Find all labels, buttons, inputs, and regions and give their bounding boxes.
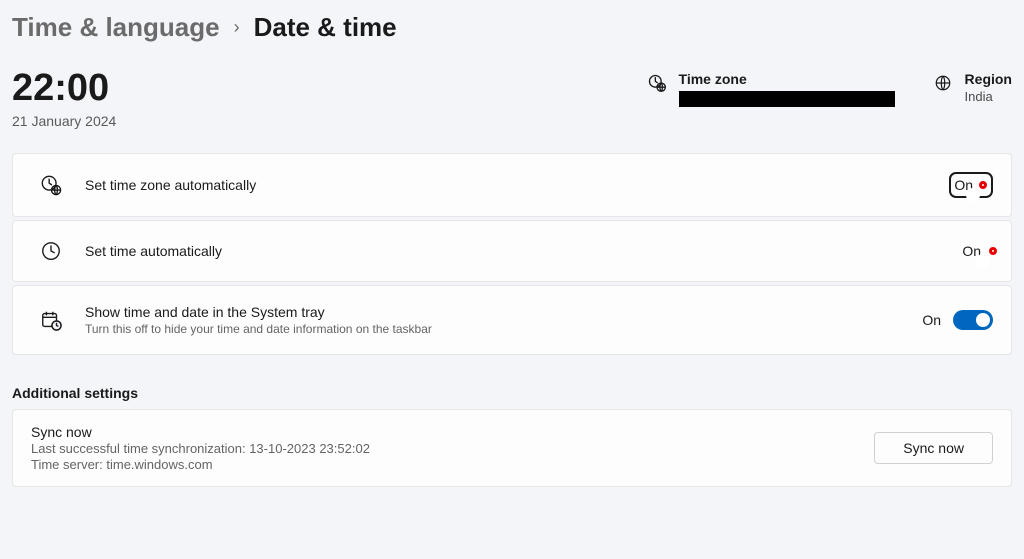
setting-title: Show time and date in the System tray <box>85 304 922 320</box>
globe-icon <box>933 73 953 93</box>
calendar-clock-icon <box>39 308 63 332</box>
highlight-annotation <box>989 247 997 255</box>
timezone-info[interactable]: Time zone <box>647 71 895 107</box>
clock-icon <box>39 239 63 263</box>
region-value: India <box>965 89 1012 104</box>
region-label: Region <box>965 71 1012 87</box>
timezone-label: Time zone <box>679 71 895 87</box>
chevron-right-icon: › <box>234 17 240 39</box>
clock-globe-icon <box>39 173 63 197</box>
sync-title: Sync now <box>31 424 874 440</box>
clock-globe-icon <box>647 73 667 93</box>
toggle-state-label: On <box>922 312 941 328</box>
sync-last-sync: Last successful time synchronization: 13… <box>31 441 874 456</box>
setting-title: Set time zone automatically <box>85 177 949 193</box>
toggle-show-in-tray[interactable] <box>953 310 993 330</box>
setting-subtitle: Turn this off to hide your time and date… <box>85 322 922 336</box>
breadcrumb: Time & language › Date & time <box>0 0 1024 43</box>
current-time: 22:00 <box>12 69 116 107</box>
setting-row-sync-now: Sync now Last successful time synchroniz… <box>12 409 1012 487</box>
current-date: 21 January 2024 <box>12 113 116 129</box>
clock-display: 22:00 21 January 2024 <box>12 69 116 129</box>
focus-outline: On <box>949 172 993 198</box>
region-info[interactable]: Region India <box>933 71 1012 104</box>
highlight-annotation <box>979 181 987 189</box>
page-title: Date & time <box>254 12 397 43</box>
setting-row-set-time-auto: Set time automatically On <box>12 220 1012 282</box>
section-heading-additional: Additional settings <box>0 355 1024 409</box>
sync-now-button[interactable]: Sync now <box>874 432 993 464</box>
setting-title: Set time automatically <box>85 243 962 259</box>
breadcrumb-parent[interactable]: Time & language <box>12 12 220 43</box>
settings-list: Set time zone automatically On Set time … <box>0 129 1024 355</box>
setting-row-show-in-tray: Show time and date in the System tray Tu… <box>12 285 1012 355</box>
header-info-row: 22:00 21 January 2024 Time zone <box>0 43 1024 129</box>
setting-row-set-timezone-auto: Set time zone automatically On <box>12 153 1012 217</box>
sync-server: Time server: time.windows.com <box>31 457 874 472</box>
timezone-value-redacted <box>679 91 895 107</box>
